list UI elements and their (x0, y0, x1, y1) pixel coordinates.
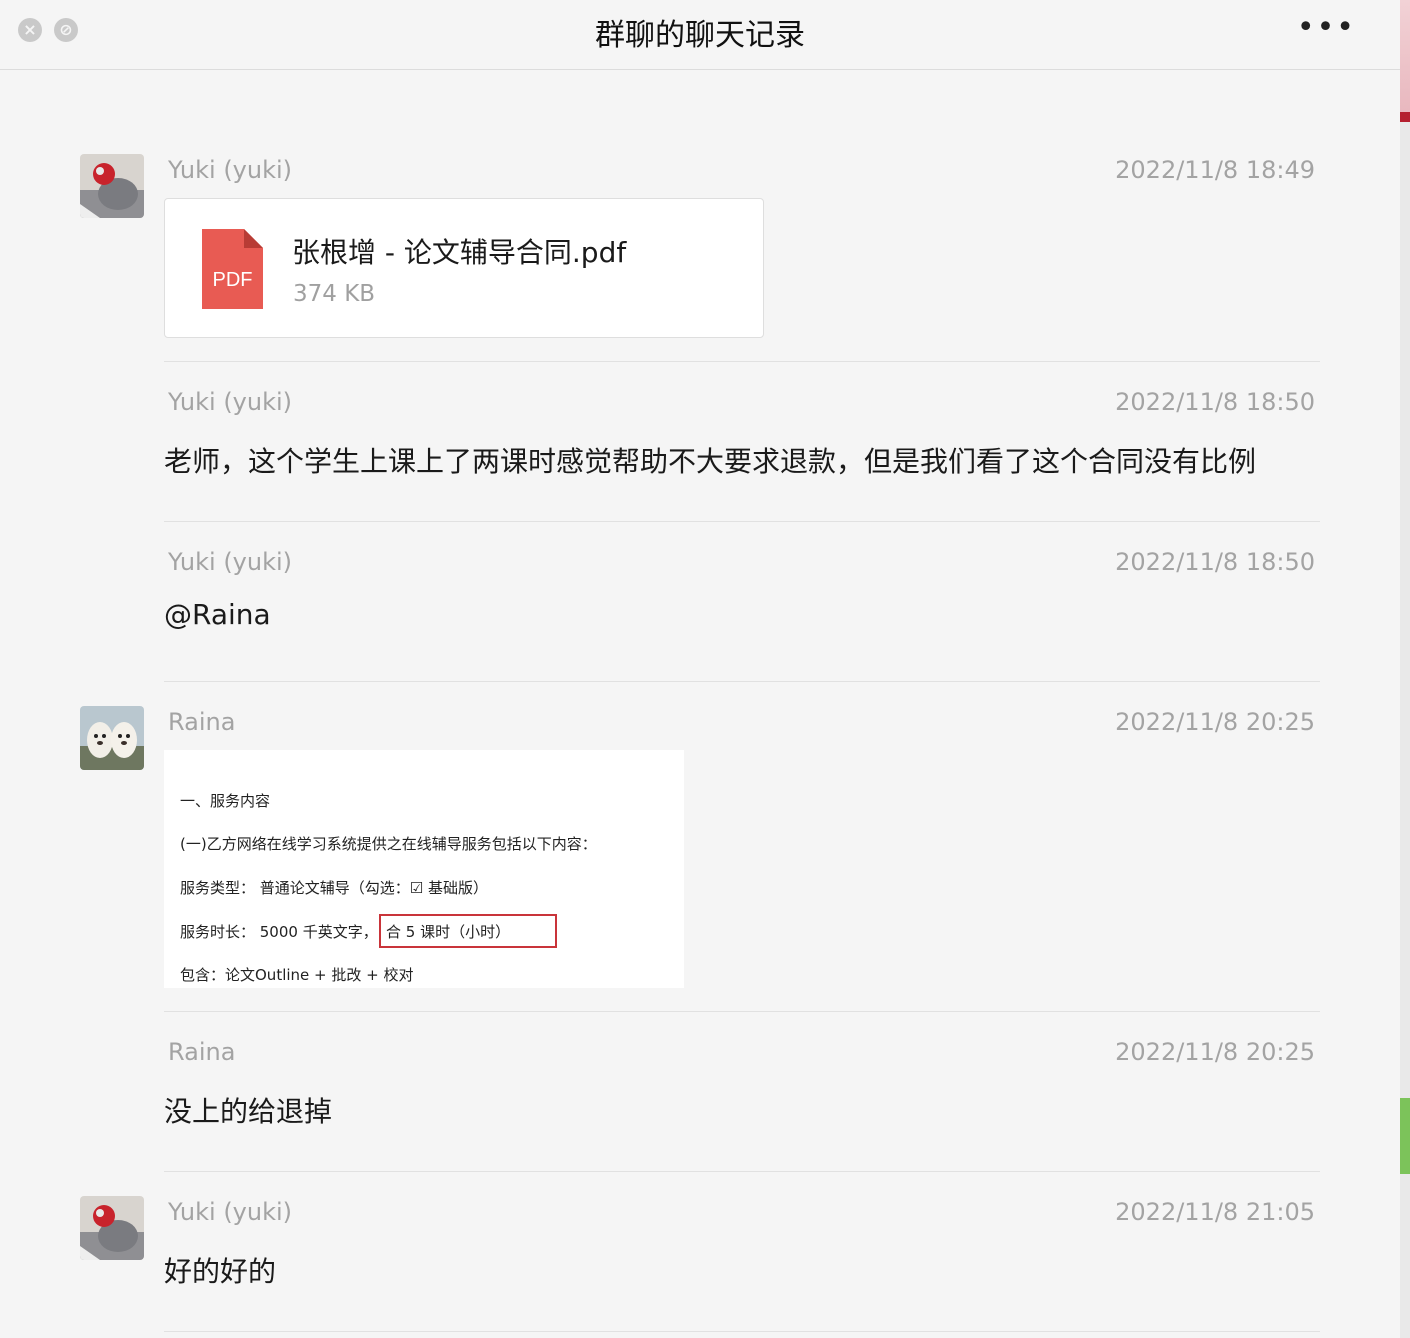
sender-name: Yuki (yuki) (168, 1198, 293, 1226)
image-text-line: 一、服务内容 (180, 792, 271, 810)
file-attachment-card[interactable]: PDF 张根增 - 论文辅导合同.pdf 374 KB (164, 198, 764, 338)
contract-screenshot-image[interactable]: 一、服务内容 (一)乙方网络在线学习系统提供之在线辅导服务包括以下内容： 服务类… (164, 750, 684, 988)
message-divider (164, 681, 1320, 682)
image-text-line: 服务类型： 普通论文辅导（勾选：☑ 基础版） (180, 879, 488, 897)
sender-name: Yuki (yuki) (168, 156, 293, 184)
message-text: 老师，这个学生上课上了两课时感觉帮助不大要求退款，但是我们看了这个合同没有比例 (164, 445, 1257, 478)
background-window-edge (1400, 0, 1410, 1338)
message-divider (164, 521, 1320, 522)
avatar-raina[interactable] (80, 706, 144, 770)
pdf-file-icon: PDF (202, 229, 263, 309)
sender-name: Yuki (yuki) (168, 548, 293, 576)
message-divider (164, 1331, 1320, 1332)
image-text-line: (一)乙方网络在线学习系统提供之在线辅导服务包括以下内容： (180, 835, 597, 853)
sender-name: Raina (168, 708, 236, 736)
message-time: 2022/11/8 21:05 (1115, 1198, 1315, 1226)
message-time: 2022/11/8 18:50 (1115, 548, 1315, 576)
message-divider (164, 1011, 1320, 1012)
pdf-icon-label: PDF (213, 269, 253, 291)
message-time: 2022/11/8 18:49 (1115, 156, 1315, 184)
message-text: 好的好的 (164, 1255, 277, 1288)
title-bar: × ⊘ 群聊的聊天记录 ••• (0, 0, 1400, 70)
image-text-line: 包含：论文Outline + 批改 + 校对 (180, 966, 414, 984)
message-time: 2022/11/8 20:25 (1115, 1038, 1315, 1066)
sender-name: Yuki (yuki) (168, 388, 293, 416)
image-text-line: 服务时长： 5000 千英文字， (180, 923, 378, 941)
file-size: 374 KB (293, 281, 376, 307)
highlight-box (379, 914, 557, 948)
chat-history-window: × ⊘ 群聊的聊天记录 ••• Yuki (yuki) 2022/11/8 18… (0, 0, 1400, 1338)
message-divider (164, 361, 1320, 362)
message-divider (164, 1171, 1320, 1172)
sender-name: Raina (168, 1038, 236, 1066)
message-text: @Raina (164, 598, 271, 631)
avatar-yuki[interactable] (80, 1196, 144, 1260)
more-options-icon[interactable]: ••• (1297, 10, 1356, 45)
avatar-yuki[interactable] (80, 154, 144, 218)
message-time: 2022/11/8 18:50 (1115, 388, 1315, 416)
message-text: 没上的给退掉 (164, 1095, 333, 1128)
file-name: 张根增 - 论文辅导合同.pdf (292, 236, 627, 269)
window-title: 群聊的聊天记录 (595, 18, 805, 53)
message-time: 2022/11/8 20:25 (1115, 708, 1315, 736)
